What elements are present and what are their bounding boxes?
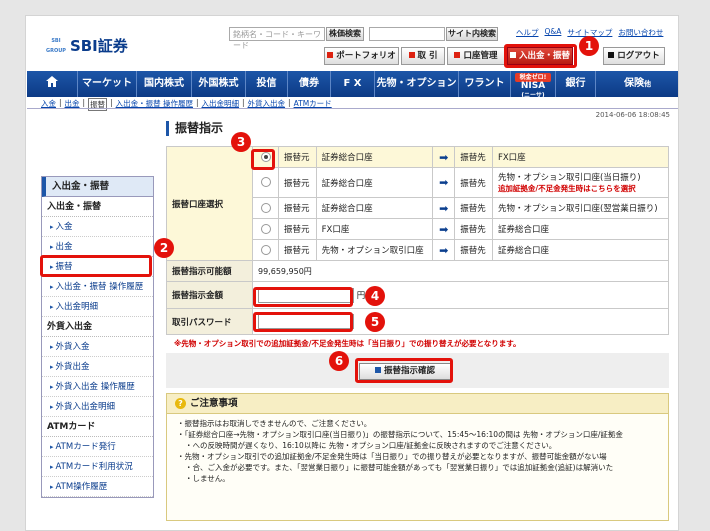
radio-button[interactable]: [260, 223, 271, 234]
square-icon: [327, 52, 334, 58]
square-icon: [408, 52, 415, 58]
nav-foreign-stock[interactable]: 外国株式: [192, 71, 246, 97]
notice-title: ? ご注意事項: [167, 394, 668, 414]
margin-warning: ※先物・オプション取引での追加証拠金/不足金発生時は「当日振り」での振り替えが必…: [174, 339, 521, 348]
page-title: 振替指示: [166, 121, 223, 136]
site-search-button[interactable]: サイト内検索: [446, 27, 498, 41]
qa-link[interactable]: Q&A: [545, 27, 562, 38]
radio-button[interactable]: [260, 202, 271, 213]
margin-call-note: 追加証拠金/不足金発生時はこちらを選択: [497, 184, 636, 193]
annotation-badge: 3: [231, 132, 251, 152]
sbi-logo-mark: SBI GROUP: [46, 37, 66, 54]
nav-bond[interactable]: 債券: [288, 71, 331, 97]
nav-bank[interactable]: 銀行: [556, 71, 596, 97]
brand-name: SBI証券: [69, 37, 128, 55]
highlight-box: [253, 287, 353, 307]
nav-insurance[interactable]: 保険他: [596, 71, 678, 97]
sidebar-section-atm: ATMカード: [42, 417, 153, 437]
search-input[interactable]: 銘柄名・コード・キーワード: [229, 27, 325, 50]
logout-button[interactable]: ログアウト: [603, 47, 665, 65]
tab-account[interactable]: 口座管理: [447, 47, 505, 65]
annotation-badge: 4: [365, 286, 385, 306]
annotation-badge: 1: [579, 36, 599, 56]
sidebar-title: 入出金・振替: [42, 177, 153, 197]
radio-button[interactable]: [260, 244, 271, 255]
notice-box: ?ご注意事項 振替指示はお取消しできませんので、ご注意ください。 「証券総合口座…: [166, 393, 669, 521]
annotation-badge: 5: [365, 312, 385, 332]
question-icon: ?: [175, 398, 186, 409]
subnav-atm[interactable]: ATMカード: [294, 98, 332, 111]
transfer-form-table: 振替口座選択 振替元 証券総合口座 ➡ 振替先 FX口座 振替元 証券総合口座 …: [166, 146, 670, 335]
nav-warrant[interactable]: ワラント: [459, 71, 511, 97]
sidebar-section-transfer: 入出金・振替: [42, 197, 153, 217]
notice-item: 「証券総合口座→先物・オプション取引口座(当日振り)」の振替指示について、15:…: [177, 429, 660, 440]
sidebar-item-foreign-history[interactable]: 外貨入出金 操作履歴: [42, 377, 153, 397]
notice-item: 振替指示はお取消しできませんので、ご注意ください。: [177, 418, 660, 429]
nav-fx[interactable]: F X: [331, 71, 375, 97]
subnav-transfer[interactable]: 振替: [88, 98, 108, 111]
sidebar-item-statement[interactable]: 入出金明細: [42, 297, 153, 317]
available-amount-value: 99,659,950円: [252, 260, 669, 282]
sidebar: 入出金・振替 入出金・振替 入金 出金 振替 入出金・振替 操作履歴 入出金明細…: [41, 176, 154, 498]
subnav-foreign[interactable]: 外貨入出金: [248, 98, 286, 111]
account-select-label: 振替口座選択: [166, 146, 253, 261]
subnav-deposit[interactable]: 入金: [41, 98, 56, 111]
help-link[interactable]: ヘルプ: [516, 27, 539, 38]
subnav-withdrawal[interactable]: 出金: [65, 98, 80, 111]
stock-search-button[interactable]: 株価検索: [326, 27, 364, 41]
arrow-right-icon: ➡: [432, 239, 456, 261]
radio-button[interactable]: [260, 177, 271, 188]
notice-item: しません。: [177, 473, 660, 484]
amount-label: 振替指示金額: [166, 281, 253, 309]
nav-domestic-stock[interactable]: 国内株式: [137, 71, 192, 97]
divider: [27, 108, 678, 109]
annotation-badge: 2: [154, 238, 174, 258]
page-frame: SBI GROUP SBI証券 銘柄名・コード・キーワード 株価検索 サイト内検索…: [25, 15, 679, 531]
home-icon[interactable]: [27, 71, 78, 97]
sub-nav: 入金 | 出金 | 振替 | 入出金・振替 操作履歴 | 入出金明細 | 外貨入出金 | A…: [41, 98, 332, 111]
tab-portfolio[interactable]: ポートフォリオ: [324, 47, 399, 65]
sidebar-section-foreign: 外貨入出金: [42, 317, 153, 337]
arrow-right-icon: ➡: [432, 167, 456, 198]
subnav-statement[interactable]: 入出金明細: [202, 98, 240, 111]
highlight-box: [355, 358, 453, 383]
sidebar-item-atm-history[interactable]: ATM操作履歴: [42, 477, 153, 497]
available-amount-label: 振替指示可能額: [166, 260, 253, 282]
main-nav: マーケット 国内株式 外国株式 投信 債券 F X 先物・オプション ワラント …: [27, 71, 678, 99]
highlight-box: [253, 312, 353, 332]
site-search-input[interactable]: [369, 27, 445, 41]
notice-item: 合、ご入金が必要です。また、「翌営業日振り」に振替可能金額があっても「翌営業日振…: [177, 462, 660, 473]
sidebar-item-withdrawal[interactable]: 出金: [42, 237, 153, 257]
notice-item: への反映時間が遅くなり、16:10以降に 先物・オプション口座/証拠金に反映され…: [177, 440, 660, 451]
nav-market[interactable]: マーケット: [78, 71, 137, 97]
sbi-logo[interactable]: SBI GROUP SBI証券: [46, 35, 128, 56]
highlight-box: [40, 255, 152, 277]
sidebar-item-atm-usage[interactable]: ATMカード利用状況: [42, 457, 153, 477]
timestamp: 2014-06-06 18:08:45: [595, 111, 670, 119]
annotation-badge: 6: [329, 351, 349, 371]
arrow-right-icon: ➡: [432, 146, 456, 168]
nav-investment-trust[interactable]: 投信: [246, 71, 288, 97]
notice-item: 先物・オプション取引での追加証拠金/不足金発生時は「当日振り」での振り替えが必要…: [177, 451, 660, 462]
nav-nisa[interactable]: 税金ゼロ! NISA (ニーサ): [511, 71, 556, 99]
highlight-box: [504, 44, 577, 68]
sidebar-item-deposit[interactable]: 入金: [42, 217, 153, 237]
square-icon: [454, 52, 461, 58]
nav-futures-options[interactable]: 先物・オプション: [375, 71, 459, 97]
sidebar-item-foreign-statement[interactable]: 外貨入出金明細: [42, 397, 153, 417]
contact-link[interactable]: お問い合わせ: [618, 27, 663, 38]
password-label: 取引パスワード: [166, 308, 253, 335]
sidebar-item-foreign-deposit[interactable]: 外貨入金: [42, 337, 153, 357]
logout-square-icon: [608, 52, 615, 58]
sidebar-item-history[interactable]: 入出金・振替 操作履歴: [42, 277, 153, 297]
sidebar-item-foreign-withdrawal[interactable]: 外貨出金: [42, 357, 153, 377]
highlight-box: [251, 149, 275, 170]
tab-trade[interactable]: 取 引: [401, 47, 445, 65]
arrow-right-icon: ➡: [432, 197, 456, 219]
sidebar-item-atm-issue[interactable]: ATMカード発行: [42, 437, 153, 457]
subnav-history[interactable]: 入出金・振替 操作履歴: [116, 98, 193, 111]
arrow-right-icon: ➡: [432, 218, 456, 240]
